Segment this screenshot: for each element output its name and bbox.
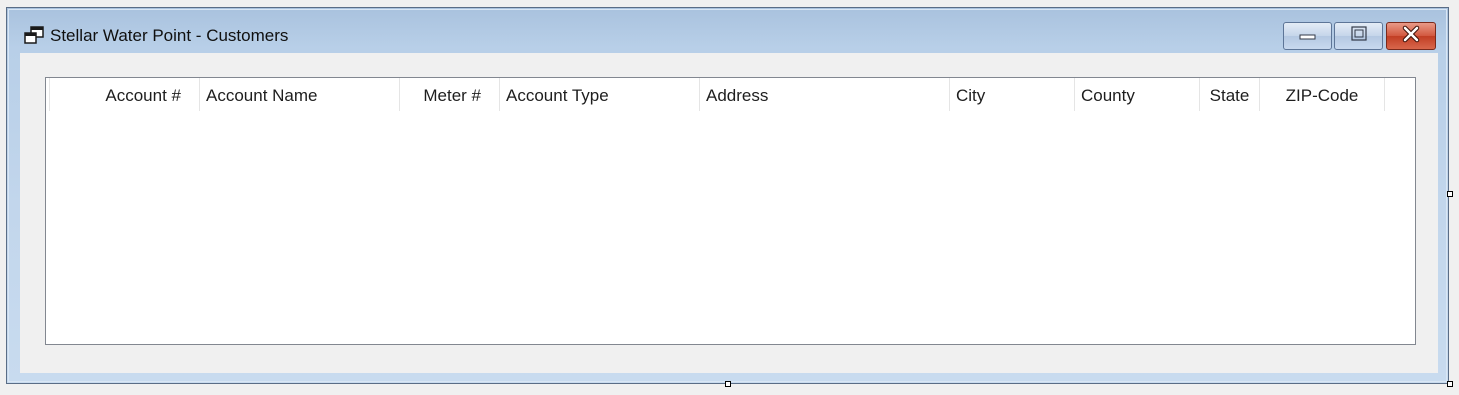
close-button[interactable] — [1386, 22, 1436, 50]
column-header-account-number[interactable]: Account # — [49, 78, 199, 111]
minimize-icon — [1299, 27, 1317, 45]
column-header-county[interactable]: County — [1074, 78, 1199, 111]
column-header-address[interactable]: Address — [699, 78, 949, 111]
close-icon — [1401, 25, 1421, 48]
resize-grip-right[interactable] — [1447, 191, 1453, 197]
window-title: Stellar Water Point - Customers — [50, 26, 289, 45]
minimize-button[interactable] — [1283, 22, 1332, 50]
designer-canvas: Stellar Water Point - Customers Account … — [0, 0, 1459, 395]
customers-list-view[interactable]: Account # Account Name Meter # Account T… — [45, 77, 1416, 345]
resize-grip-bottom-right[interactable] — [1447, 381, 1453, 387]
list-header: Account # Account Name Meter # Account T… — [49, 78, 1387, 111]
column-header-filler — [1384, 78, 1387, 111]
app-window-icon[interactable] — [24, 26, 44, 44]
column-header-zip-code[interactable]: ZIP-Code — [1259, 78, 1384, 111]
column-header-city[interactable]: City — [949, 78, 1074, 111]
maximize-icon — [1350, 25, 1368, 47]
column-header-account-type[interactable]: Account Type — [499, 78, 699, 111]
column-header-state[interactable]: State — [1199, 78, 1259, 111]
resize-grip-bottom[interactable] — [725, 381, 731, 387]
form-client-area: Account # Account Name Meter # Account T… — [20, 53, 1438, 373]
column-header-account-name[interactable]: Account Name — [199, 78, 399, 111]
customers-form-window[interactable]: Stellar Water Point - Customers Account … — [6, 7, 1449, 384]
column-header-meter-number[interactable]: Meter # — [399, 78, 499, 111]
title-bar[interactable]: Stellar Water Point - Customers — [7, 8, 1448, 54]
maximize-button[interactable] — [1334, 22, 1383, 50]
